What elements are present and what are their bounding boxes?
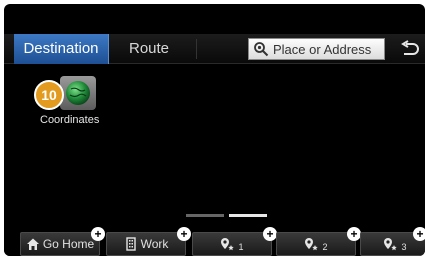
page-indicator-2-active bbox=[229, 214, 267, 217]
favorite-3-label: 3 bbox=[401, 242, 407, 252]
callout-badge: 10 bbox=[34, 80, 64, 110]
work-button[interactable]: Work + bbox=[106, 227, 191, 256]
tab-bar: Destination Route Place or Address bbox=[4, 34, 425, 64]
plus-icon[interactable]: + bbox=[91, 227, 105, 241]
favorite-2-button[interactable]: 2 + bbox=[276, 227, 361, 256]
plus-icon[interactable]: + bbox=[177, 227, 191, 241]
favorite-2-label: 2 bbox=[322, 242, 328, 252]
plus-icon[interactable]: + bbox=[347, 227, 361, 241]
favorite-3-button[interactable]: 3 + bbox=[360, 227, 425, 256]
coordinates-label: Coordinates bbox=[40, 114, 100, 126]
coordinates-menu-item[interactable]: 10 Coordinates bbox=[34, 76, 124, 132]
search-field[interactable]: Place or Address bbox=[248, 38, 385, 60]
go-home-label: Go Home bbox=[42, 237, 95, 251]
building-icon bbox=[125, 237, 136, 251]
tab-route[interactable]: Route bbox=[109, 34, 189, 64]
globe-icon bbox=[66, 81, 90, 105]
pin-star-icon bbox=[384, 238, 398, 251]
search-placeholder: Place or Address bbox=[273, 41, 372, 57]
favorite-1-button[interactable]: 1 + bbox=[192, 227, 277, 256]
page-indicator-1 bbox=[186, 214, 224, 217]
plus-icon[interactable]: + bbox=[263, 227, 277, 241]
favorite-1-label: 1 bbox=[238, 242, 244, 252]
work-label: Work bbox=[140, 237, 169, 251]
plus-icon[interactable]: + bbox=[413, 227, 425, 241]
pin-star-icon bbox=[221, 238, 235, 251]
go-home-button[interactable]: Go Home + bbox=[20, 227, 105, 256]
back-icon bbox=[401, 40, 419, 55]
tab-destination[interactable]: Destination bbox=[14, 34, 109, 64]
search-icon bbox=[254, 42, 269, 57]
back-button[interactable] bbox=[395, 36, 425, 62]
tab-divider bbox=[196, 39, 197, 59]
home-icon bbox=[26, 238, 39, 250]
quick-access-bar: Go Home + Work + 1 + 2 + 3 + bbox=[4, 227, 425, 256]
coordinates-tile[interactable] bbox=[60, 76, 96, 110]
pin-star-icon bbox=[305, 238, 319, 251]
nav-screen: Destination Route Place or Address 10 Co… bbox=[4, 4, 425, 256]
